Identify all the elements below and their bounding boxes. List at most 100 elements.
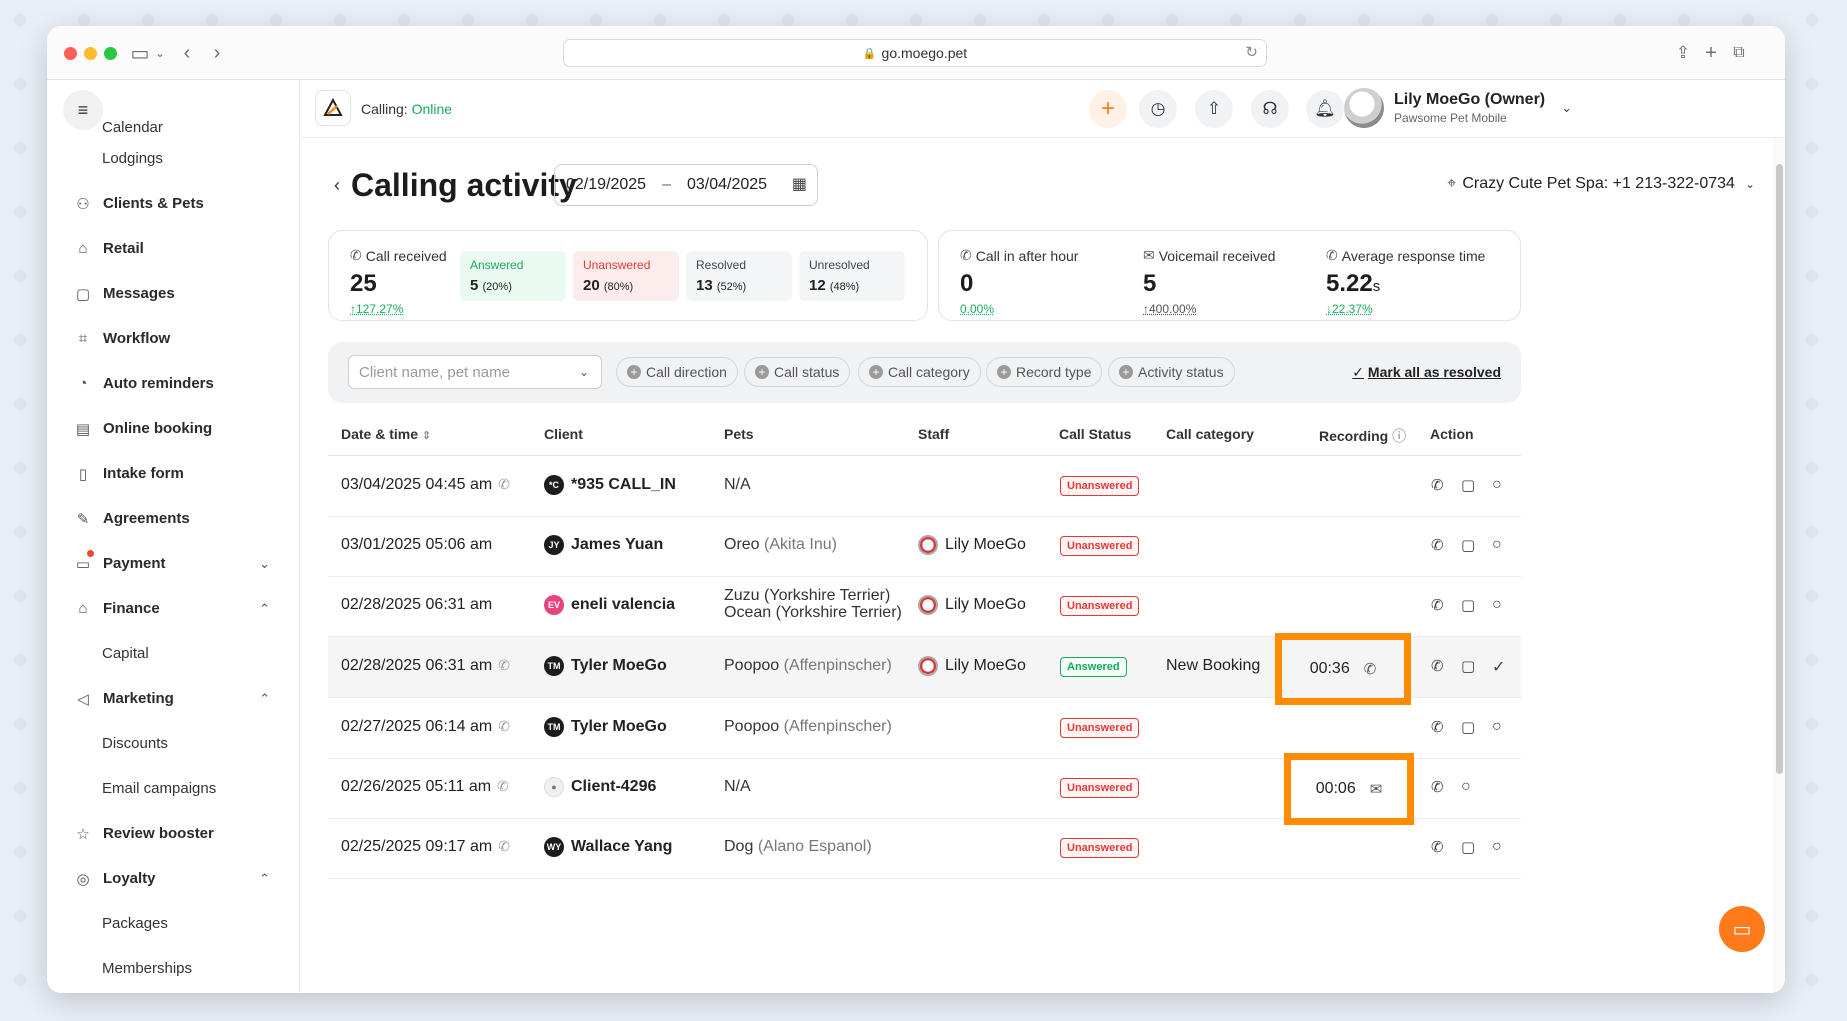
calendar-icon[interactable]: ▦ bbox=[792, 174, 807, 194]
sidebar-item-discounts[interactable]: Discounts bbox=[47, 721, 299, 766]
chevron-down-icon[interactable]: ⌄ bbox=[153, 40, 167, 66]
stat-answered[interactable]: Answered 5 (20%) bbox=[460, 251, 566, 301]
address-bar[interactable]: 🔒 go.moego.pet ↻ bbox=[563, 39, 1267, 67]
forward-nav-icon[interactable]: › bbox=[207, 40, 227, 66]
filter-call-status[interactable]: + Call status bbox=[744, 357, 851, 387]
clock-icon[interactable]: ◷ bbox=[1139, 90, 1177, 128]
table-row[interactable]: 03/01/2025 05:06 am JY James Yuan Oreo (Aki… bbox=[328, 516, 1521, 577]
table-row[interactable]: 02/27/2025 06:14 am ✆ TM Tyler MoeGo Poopoo … bbox=[328, 698, 1521, 759]
filter-record-type[interactable]: + Record type bbox=[986, 357, 1103, 387]
table-row[interactable]: 02/28/2025 06:31 am ✆ TM Tyler MoeGo Poopoo … bbox=[328, 633, 1521, 705]
filter-call-category[interactable]: + Call category bbox=[858, 357, 981, 387]
call-icon[interactable]: ✆ bbox=[1431, 596, 1444, 614]
location-selector[interactable]: ⌖ Crazy Cute Pet Spa: +1 213-322-0734 ⌄ bbox=[1447, 175, 1755, 193]
mark-all-resolved-button[interactable]: ✓ Mark all as resolved bbox=[1352, 364, 1501, 381]
client-name[interactable]: Client-4296 bbox=[571, 778, 656, 796]
call-icon[interactable]: ✆ bbox=[1431, 778, 1444, 796]
tabs-overview-icon[interactable]: ⧉ bbox=[1729, 40, 1749, 66]
sidebar-item-finance[interactable]: ⌂ Finance ⌃ bbox=[47, 586, 299, 631]
resolve-circle-icon[interactable]: ○ bbox=[1492, 476, 1502, 494]
table-row[interactable]: 02/26/2025 05:11 am ✆ ● Client-4296 N/A Unan… bbox=[328, 753, 1521, 825]
client-name[interactable]: eneli valencia bbox=[571, 596, 675, 614]
call-icon[interactable]: ✆ bbox=[1431, 718, 1444, 736]
resolve-circle-icon[interactable]: ○ bbox=[1461, 778, 1471, 796]
add-icon[interactable]: + bbox=[1089, 90, 1127, 128]
reload-icon[interactable]: ↻ bbox=[1245, 43, 1258, 61]
sidebar-item-email-campaigns[interactable]: Email campaigns bbox=[47, 766, 299, 811]
resolve-circle-icon[interactable]: ○ bbox=[1492, 838, 1502, 856]
table-row[interactable]: 02/28/2025 06:31 am EV eneli valencia Zuzu … bbox=[328, 576, 1521, 637]
message-icon[interactable]: ▢ bbox=[1461, 718, 1475, 736]
menu-icon[interactable]: ≡ bbox=[63, 90, 103, 130]
sidebar-item-intake-form[interactable]: ▯ Intake form bbox=[47, 451, 299, 496]
filter-call-direction[interactable]: + Call direction bbox=[616, 357, 738, 387]
chevron-up-icon[interactable]: ⌃ bbox=[259, 691, 270, 707]
sidebar-item-marketing[interactable]: ◁ Marketing ⌃ bbox=[47, 676, 299, 721]
resolve-circle-icon[interactable]: ○ bbox=[1492, 718, 1502, 736]
sidebar-item-agreements[interactable]: ✎ Agreements bbox=[47, 496, 299, 541]
sidebar-item-memberships[interactable]: Memberships bbox=[47, 946, 299, 991]
date-to[interactable]: 03/04/2025 bbox=[687, 176, 767, 194]
user-menu[interactable]: Lily MoeGo (Owner) Pawsome Pet Mobile ⌄ bbox=[1344, 88, 1572, 128]
client-cell[interactable]: JY James Yuan bbox=[544, 535, 663, 555]
headset-icon[interactable]: ☊ bbox=[1251, 90, 1289, 128]
close-window-button[interactable] bbox=[64, 47, 77, 60]
sidebar-item-lodgings[interactable]: Lodgings bbox=[47, 136, 299, 181]
back-icon[interactable]: ‹ bbox=[334, 175, 340, 196]
scrollbar-thumb[interactable] bbox=[1776, 164, 1783, 774]
client-cell[interactable]: *C *935 CALL_IN bbox=[544, 475, 676, 495]
client-name[interactable]: *935 CALL_IN bbox=[571, 476, 676, 494]
client-cell[interactable]: EV eneli valencia bbox=[544, 595, 675, 615]
resolve-circle-icon[interactable]: ○ bbox=[1492, 536, 1502, 554]
sidebar-item-clients-pets[interactable]: ⚇ Clients & Pets bbox=[47, 181, 299, 226]
message-icon[interactable]: ▢ bbox=[1461, 596, 1475, 614]
support-chat-icon[interactable]: ▭ bbox=[1719, 906, 1765, 952]
client-name[interactable]: Tyler MoeGo bbox=[571, 718, 667, 736]
client-name[interactable]: Tyler MoeGo bbox=[571, 657, 667, 675]
table-row[interactable]: 03/04/2025 04:45 am ✆ *C *935 CALL_IN N/A Un… bbox=[328, 456, 1521, 517]
sidebar-item-review-booster[interactable]: ☆ Review booster bbox=[47, 811, 299, 856]
chevron-up-icon[interactable]: ⌃ bbox=[259, 601, 270, 617]
message-icon[interactable]: ▢ bbox=[1461, 838, 1475, 856]
sidebar-item-messages[interactable]: ▢ Messages bbox=[47, 271, 299, 316]
date-range-picker[interactable]: 02/19/2025 – 03/04/2025 ▦ bbox=[554, 164, 818, 206]
maximize-window-button[interactable] bbox=[104, 47, 117, 60]
sidebar-item-payment[interactable]: ▭ Payment ⌄ bbox=[47, 541, 299, 586]
upload-icon[interactable]: ⇧ bbox=[1195, 90, 1233, 128]
resolved-check-icon[interactable]: ✓ bbox=[1492, 657, 1505, 677]
share-icon[interactable]: ⇪ bbox=[1673, 40, 1693, 66]
scrollbar[interactable] bbox=[1773, 138, 1785, 993]
call-icon[interactable]: ✆ bbox=[1431, 657, 1444, 675]
client-name[interactable]: Wallace Yang bbox=[571, 838, 672, 856]
message-icon[interactable]: ▢ bbox=[1461, 476, 1475, 494]
filter-activity-status[interactable]: + Activity status bbox=[1108, 357, 1235, 387]
call-icon[interactable]: ✆ bbox=[1431, 838, 1444, 856]
sort-icon[interactable]: ⇕ bbox=[422, 430, 431, 442]
stat-unresolved[interactable]: Unresolved 12 (48%) bbox=[799, 251, 905, 301]
client-cell[interactable]: TM Tyler MoeGo bbox=[544, 717, 667, 737]
stat-resolved[interactable]: Resolved 13 (52%) bbox=[686, 251, 792, 301]
app-logo[interactable] bbox=[315, 90, 351, 126]
resolve-circle-icon[interactable]: ○ bbox=[1492, 596, 1502, 614]
stat-unanswered[interactable]: Unanswered 20 (80%) bbox=[573, 251, 679, 301]
chevron-up-icon[interactable]: ⌃ bbox=[259, 871, 270, 887]
sidebar-item-retail[interactable]: ⌂ Retail bbox=[47, 226, 299, 271]
client-cell[interactable]: TM Tyler MoeGo bbox=[544, 656, 667, 676]
sidebar-item-loyalty[interactable]: ◎ Loyalty ⌃ bbox=[47, 856, 299, 901]
client-cell[interactable]: WY Wallace Yang bbox=[544, 837, 672, 857]
chevron-down-icon[interactable]: ⌄ bbox=[259, 556, 270, 572]
date-from[interactable]: 02/19/2025 bbox=[566, 176, 646, 194]
call-icon[interactable]: ✆ bbox=[1431, 476, 1444, 494]
bell-icon[interactable]: 🔔︎ bbox=[1306, 90, 1344, 128]
info-icon[interactable]: ⓘ bbox=[1392, 428, 1406, 444]
sidebar-item-packages[interactable]: Packages bbox=[47, 901, 299, 946]
sidebar-item-capital[interactable]: Capital bbox=[47, 631, 299, 676]
sidebar-item-workflow[interactable]: ⌗ Workflow bbox=[47, 316, 299, 361]
recording-player[interactable]: 00:36 ✆ bbox=[1275, 633, 1411, 705]
recording-icon[interactable]: ✆ bbox=[1364, 660, 1377, 678]
message-icon[interactable]: ▢ bbox=[1461, 536, 1475, 554]
recording-player[interactable]: 00:06 ✉ bbox=[1284, 753, 1414, 825]
sidebar-toggle-icon[interactable]: ▭ bbox=[129, 40, 151, 66]
voicemail-icon[interactable]: ✉ bbox=[1370, 780, 1383, 798]
header-date-time[interactable]: Date & time ⇕ bbox=[341, 426, 431, 442]
